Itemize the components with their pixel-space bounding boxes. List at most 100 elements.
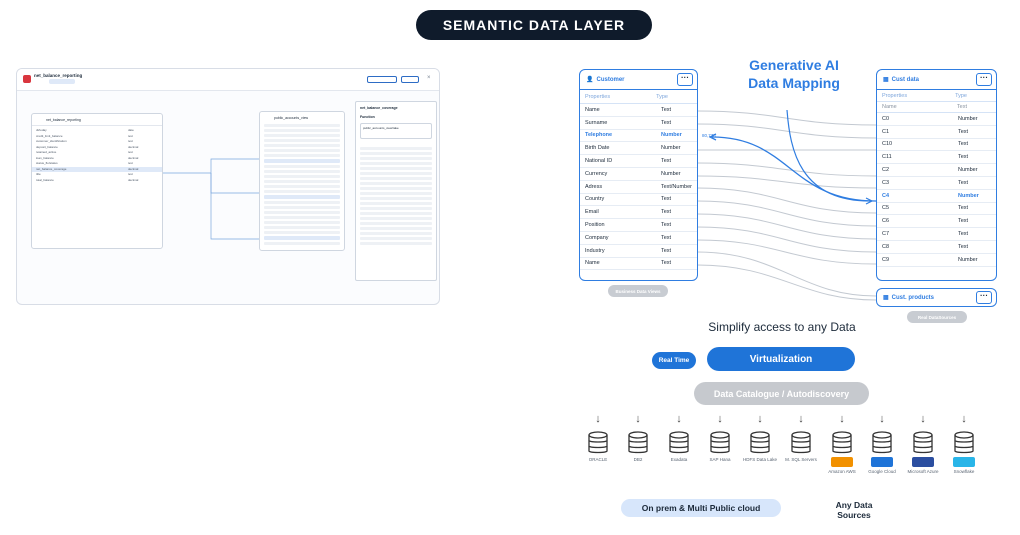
customer-row[interactable]: Company Text — [580, 232, 697, 245]
down-arrow-icon: ↓ — [798, 413, 804, 425]
property-type: Text — [958, 179, 969, 186]
property-name: C5 — [882, 205, 890, 212]
cust-data-row[interactable]: C7 Text — [877, 228, 996, 241]
data-source-label: ORACLE — [588, 457, 608, 462]
customer-table-header: 👤 Customer ··· — [580, 70, 697, 90]
property-type: Text — [661, 158, 672, 165]
property-type: Number — [661, 145, 681, 152]
cust-data-row[interactable]: C5 Text — [877, 203, 996, 216]
down-arrow-icon: ↓ — [717, 413, 723, 425]
data-source[interactable]: ↓ DB2 — [620, 413, 656, 463]
cust-data-row[interactable]: C3 Text — [877, 177, 996, 190]
property-type: Text — [661, 106, 672, 113]
down-arrow-icon: ↓ — [961, 413, 967, 425]
data-source-label: Amazon AWS — [828, 469, 856, 474]
data-source-label: Snowflake — [953, 469, 975, 474]
down-arrow-icon: ↓ — [595, 413, 601, 425]
simplify-heading: Simplify access to any Data — [708, 320, 856, 334]
customer-row[interactable]: Position Text — [580, 219, 697, 232]
customer-row[interactable]: Industry Text — [580, 245, 697, 258]
database-icon — [872, 431, 892, 454]
customer-row[interactable]: Surname Text — [580, 117, 697, 130]
customer-row[interactable]: Name Text — [580, 258, 697, 271]
customer-row[interactable]: Name Text — [580, 104, 697, 117]
data-source[interactable]: ↓ Amazon AWS — [824, 413, 860, 475]
property-type: Text — [661, 119, 672, 126]
more-options-icon[interactable]: ··· — [677, 73, 693, 86]
cust-data-row[interactable]: C1 Text — [877, 126, 996, 139]
data-source-label: DB2 — [633, 457, 643, 462]
user-icon: 👤 — [586, 77, 594, 83]
customer-row[interactable]: Email Text — [580, 206, 697, 220]
data-source[interactable]: ↓ Exadata — [661, 413, 697, 463]
data-source[interactable]: ↓ Snowflake — [946, 413, 982, 475]
property-name: C1 — [882, 128, 890, 135]
more-options-icon[interactable]: ··· — [976, 73, 992, 86]
cust-data-row[interactable]: C0 Number — [877, 113, 996, 126]
property-name: C3 — [882, 179, 890, 186]
data-source-label: Google Cloud — [868, 469, 896, 474]
data-source[interactable]: ↓ Google Cloud — [864, 413, 900, 475]
cust-data-row[interactable]: C10 Text — [877, 139, 996, 152]
property-name: C6 — [882, 218, 890, 225]
database-icon — [588, 431, 608, 454]
data-source[interactable]: ↓ ORACLE — [580, 413, 616, 463]
property-name: C9 — [882, 256, 890, 263]
property-type: Text — [661, 234, 672, 241]
on-prem-pill: On prem & Multi Public cloud — [621, 499, 781, 517]
down-arrow-icon: ↓ — [920, 413, 926, 425]
property-name: Position — [585, 222, 605, 229]
database-icon — [832, 431, 852, 454]
customer-row[interactable]: Currency Number — [580, 168, 697, 181]
property-type: Number — [661, 132, 682, 139]
property-type: Number — [958, 167, 978, 174]
property-type: Text — [661, 196, 672, 203]
grid-icon: ▦ — [883, 77, 889, 83]
cust-data-table[interactable]: ▦ Cust data ··· Properties Type Name Text … — [876, 69, 997, 281]
customer-row[interactable]: Birth Date Number — [580, 142, 697, 156]
property-name: C2 — [882, 167, 890, 174]
property-type: Text — [958, 218, 969, 225]
down-arrow-icon: ↓ — [635, 413, 641, 425]
database-icon — [750, 431, 770, 454]
cust-data-row[interactable]: C11 Text — [877, 151, 996, 165]
cust-data-rows: C0 Number C1 Text C10 Text C11 Text C2 Number C3 Te… — [877, 113, 996, 267]
property-name: Telephone — [585, 132, 613, 139]
property-name: C11 — [882, 154, 892, 161]
business-data-views-tag: Business Data Views — [608, 285, 668, 297]
sub-header-name: Name — [882, 104, 897, 110]
property-name: Industry — [585, 247, 605, 254]
column-header-type: Type — [656, 93, 668, 100]
data-source[interactable]: ↓ SAP Hana — [702, 413, 738, 463]
cust-products-table[interactable]: ▦ Cust. products ··· — [876, 288, 997, 307]
customer-row[interactable]: Adress Text/Number — [580, 181, 697, 194]
data-source[interactable]: ↓ HDFS Data Lake — [742, 413, 778, 463]
database-icon — [669, 431, 689, 454]
cust-data-row[interactable]: C6 Text — [877, 215, 996, 229]
cust-data-row[interactable]: C9 Number — [877, 254, 996, 267]
cust-data-row[interactable]: C8 Text — [877, 241, 996, 254]
data-source[interactable]: ↓ Microsoft Azure — [905, 413, 941, 475]
property-type: Text — [661, 260, 672, 267]
customer-table[interactable]: 👤 Customer ··· Properties Type Name Text Su… — [579, 69, 698, 281]
property-type: Number — [958, 115, 978, 122]
cust-data-row[interactable]: C4 Number — [877, 190, 996, 203]
cust-data-row[interactable]: C2 Number — [877, 164, 996, 177]
property-type: Text — [661, 209, 672, 216]
aws-logo-icon — [831, 457, 853, 467]
any-data-sources-label: Any Data Sources — [835, 500, 873, 520]
property-name: Currency — [585, 170, 608, 177]
column-header-type: Type — [955, 92, 967, 99]
mapping-label: 80,773 — [702, 133, 716, 138]
database-icon — [710, 431, 730, 454]
data-source[interactable]: ↓ M. SQL Servers — [783, 413, 819, 463]
property-type: Text — [958, 154, 969, 161]
down-arrow-icon: ↓ — [757, 413, 763, 425]
gcp-logo-icon — [871, 457, 893, 467]
customer-row[interactable]: Country Text — [580, 194, 697, 207]
more-options-icon[interactable]: ··· — [976, 291, 992, 304]
property-name: C0 — [882, 115, 890, 122]
database-icon — [628, 431, 648, 454]
customer-row[interactable]: National ID Text — [580, 155, 697, 168]
customer-row[interactable]: Telephone Number — [580, 130, 697, 143]
